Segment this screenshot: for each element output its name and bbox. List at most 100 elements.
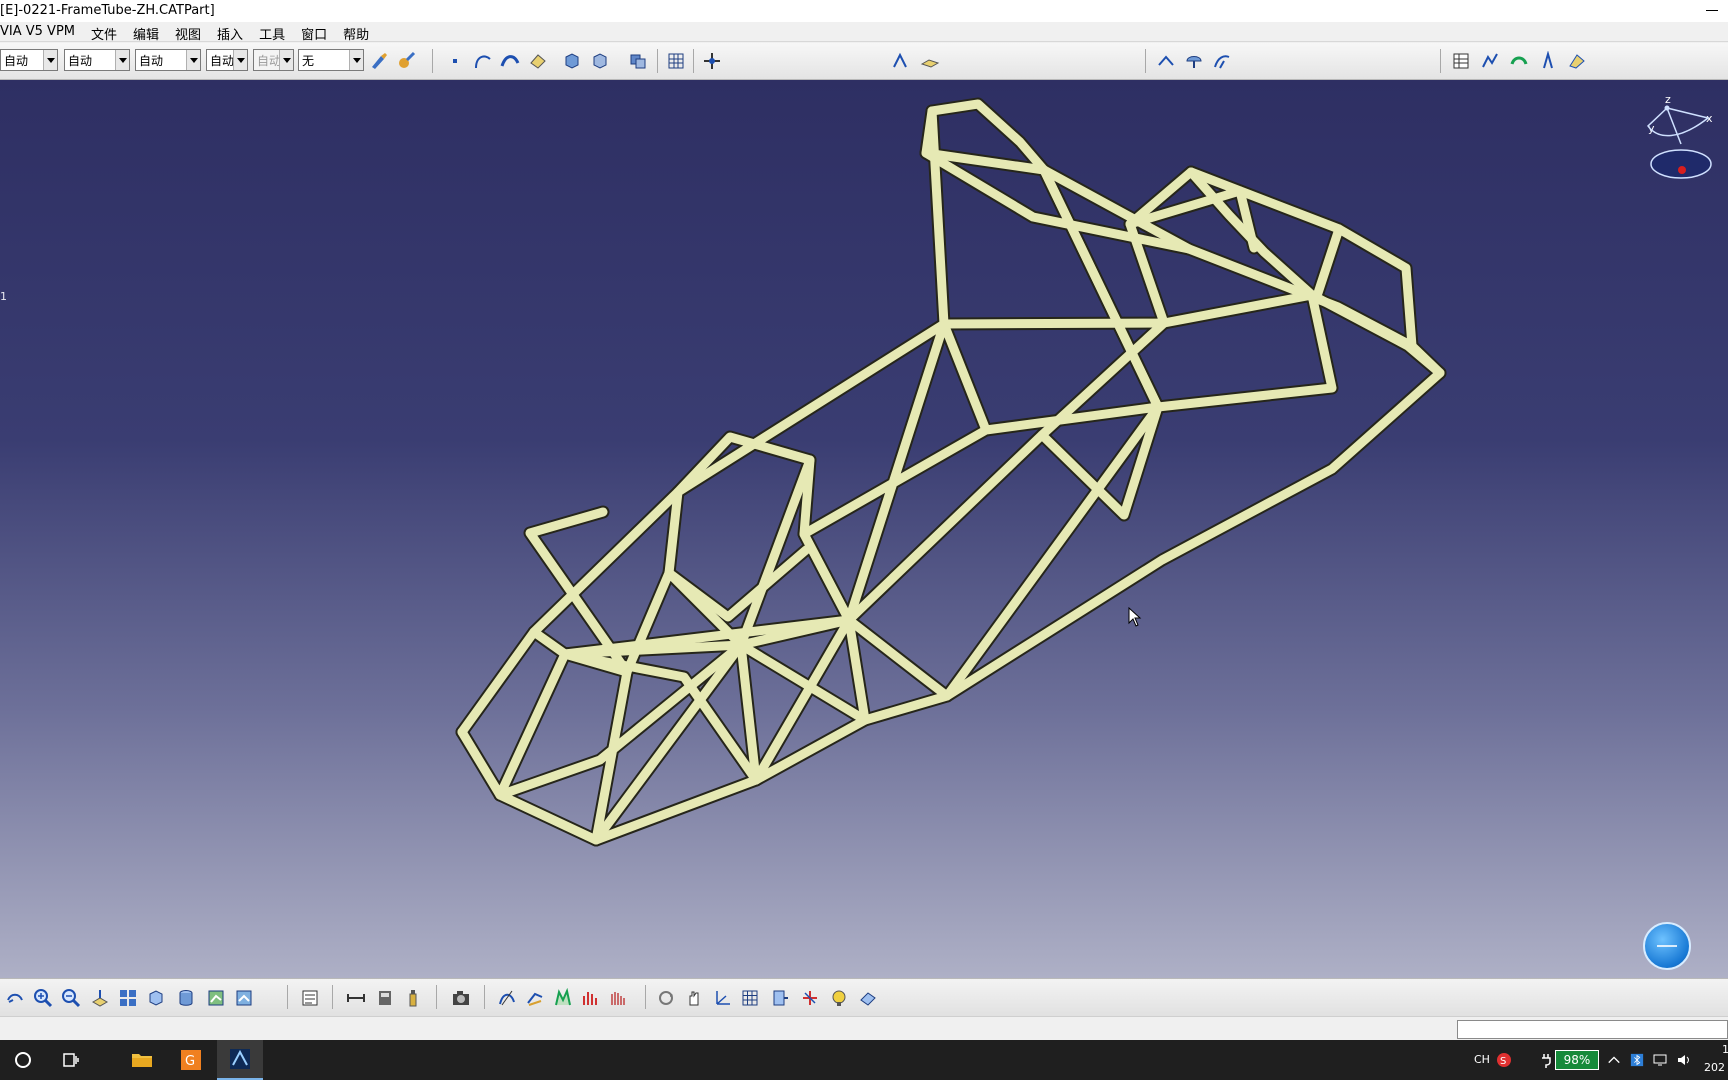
umbrella-icon[interactable] — [1183, 50, 1205, 72]
rotate-icon[interactable] — [655, 987, 677, 1009]
volume-icon[interactable] — [1676, 1052, 1692, 1068]
analysis-3-icon[interactable] — [552, 987, 574, 1009]
zoom-out-icon[interactable] — [60, 987, 82, 1009]
battery-indicator[interactable]: 98% — [1555, 1050, 1599, 1070]
separator — [332, 985, 333, 1009]
analysis-icon[interactable] — [1479, 50, 1501, 72]
menu-window[interactable]: 窗口 — [293, 22, 335, 43]
window-title: [E]-0221-FrameTube-ZH.CATPart] — [0, 3, 215, 18]
iso-view-icon[interactable] — [145, 987, 167, 1009]
sogou-icon[interactable]: S — [1496, 1052, 1512, 1068]
snap-icon[interactable] — [701, 50, 723, 72]
search-button[interactable] — [0, 1040, 46, 1080]
zoom-in-icon[interactable] — [32, 987, 54, 1009]
painter-icon[interactable] — [396, 50, 418, 72]
clock-line-1: 1 — [1722, 1043, 1728, 1056]
navigation-ball-icon[interactable] — [1643, 922, 1691, 970]
3d-viewport[interactable]: 1 z y x — [0, 80, 1728, 978]
tube-frame-model[interactable] — [0, 80, 1728, 978]
dimension-icon[interactable] — [345, 987, 367, 1009]
apply-icon[interactable] — [1566, 50, 1588, 72]
menu-vpm[interactable]: VIA V5 VPM — [0, 22, 83, 41]
brush-icon[interactable] — [368, 50, 390, 72]
axis-icon[interactable] — [889, 50, 911, 72]
filter-combo[interactable]: 无 — [298, 49, 364, 71]
axis-system-icon[interactable] — [711, 987, 733, 1009]
eraser-icon[interactable] — [527, 50, 549, 72]
multi-view-icon[interactable] — [117, 987, 139, 1009]
update-icon[interactable] — [299, 987, 321, 1009]
sweep-icon[interactable] — [1211, 50, 1233, 72]
title-bar: [E]-0221-FrameTube-ZH.CATPart] — [0, 0, 1728, 22]
table-icon[interactable] — [1450, 50, 1472, 72]
compass-icon[interactable]: z y x — [1640, 90, 1720, 200]
svg-text:G: G — [185, 1054, 195, 1069]
snap-point-icon[interactable] — [799, 987, 821, 1009]
shading-icon[interactable] — [175, 987, 197, 1009]
minimize-button[interactable] — [1694, 0, 1728, 22]
analysis-4-icon[interactable] — [580, 987, 602, 1009]
menu-help[interactable]: 帮助 — [335, 22, 377, 43]
menu-file[interactable]: 文件 — [83, 22, 125, 43]
menu-insert[interactable]: 插入 — [209, 22, 251, 43]
surface-icon[interactable] — [499, 50, 521, 72]
menu-tools[interactable]: 工具 — [251, 22, 293, 43]
chevron-up-icon[interactable] — [1607, 1053, 1621, 1067]
chevron-down-icon — [115, 50, 129, 70]
analysis-1-icon[interactable] — [496, 987, 518, 1009]
catia-button[interactable] — [217, 1040, 263, 1080]
analysis-2-icon[interactable] — [524, 987, 546, 1009]
disabled-combo-value: 自动 — [257, 54, 282, 68]
menu-view[interactable]: 视图 — [167, 22, 209, 43]
search-icon — [15, 1052, 31, 1068]
file-explorer-button[interactable] — [119, 1040, 165, 1080]
normal-view-icon[interactable] — [89, 987, 111, 1009]
arc-icon[interactable] — [1508, 50, 1530, 72]
curve-icon[interactable] — [472, 50, 494, 72]
clock-line-2[interactable]: 202 — [1704, 1061, 1725, 1074]
catalog-icon[interactable] — [374, 987, 396, 1009]
bottle-icon[interactable] — [402, 987, 424, 1009]
grid-icon[interactable] — [739, 987, 761, 1009]
chevron-down-icon — [233, 50, 247, 70]
command-input[interactable] — [1457, 1020, 1728, 1039]
color-combo-value: 自动 — [4, 54, 29, 68]
task-view-button[interactable] — [48, 1040, 94, 1080]
hide-icon[interactable] — [205, 987, 227, 1009]
separator — [645, 985, 646, 1009]
fly-icon[interactable] — [4, 987, 26, 1009]
analysis-5-icon[interactable] — [608, 987, 630, 1009]
ime-label[interactable]: CH — [1474, 1053, 1490, 1066]
separator — [436, 985, 437, 1009]
pan-icon[interactable] — [683, 987, 705, 1009]
cube-front-icon[interactable] — [561, 50, 583, 72]
color-combo[interactable]: 自动 — [0, 49, 58, 71]
mouse-cursor-icon — [1128, 607, 1142, 627]
task-view-icon — [63, 1053, 79, 1067]
linetype-combo[interactable]: 自动 — [64, 49, 130, 71]
assembly-icon[interactable] — [627, 50, 649, 72]
chevron-down-icon — [186, 50, 200, 70]
erase-icon[interactable] — [857, 987, 879, 1009]
status-bar — [0, 1016, 1728, 1040]
point-icon[interactable] — [444, 50, 466, 72]
bottom-toolbar — [0, 978, 1728, 1016]
layer-combo[interactable]: 自动 — [206, 49, 248, 71]
lineweight-combo-value: 自动 — [139, 54, 164, 68]
separator — [1440, 49, 1441, 73]
grid-icon[interactable] — [665, 50, 687, 72]
cube-back-icon[interactable] — [589, 50, 611, 72]
camera-icon[interactable] — [450, 987, 472, 1009]
lamp-icon[interactable] — [828, 987, 850, 1009]
work-plane-icon[interactable] — [769, 987, 791, 1009]
measure-icon[interactable] — [1155, 50, 1177, 72]
app-g-button[interactable]: G — [168, 1040, 214, 1080]
plane-icon[interactable] — [919, 50, 941, 72]
network-icon[interactable] — [1652, 1052, 1668, 1068]
compass-tool-icon[interactable] — [1537, 50, 1559, 72]
separator — [1145, 49, 1146, 73]
bluetooth-icon[interactable] — [1630, 1053, 1644, 1067]
menu-edit[interactable]: 编辑 — [125, 22, 167, 43]
swap-icon[interactable] — [233, 987, 255, 1009]
lineweight-combo[interactable]: 自动 — [135, 49, 201, 71]
